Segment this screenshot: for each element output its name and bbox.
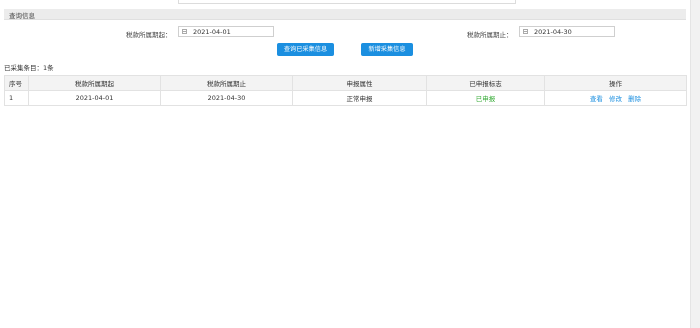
section-header: 查询信息: [4, 9, 686, 20]
collection-table: 序号 税款所属期起 税款所属期止 申报属性 已申报标志 操作 1 2021-04…: [4, 75, 687, 106]
cell-actions: 查看 修改 删除: [544, 90, 687, 106]
col-header-index: 序号: [4, 75, 29, 91]
col-header-status: 已申报标志: [426, 75, 545, 91]
end-period-input[interactable]: 2021-04-30: [519, 26, 615, 37]
start-period-value: 2021-04-01: [193, 28, 231, 36]
vertical-scrollbar[interactable]: [690, 0, 700, 328]
col-header-attribute: 申报属性: [292, 75, 427, 91]
collected-count: 已采集条目：1条: [4, 64, 54, 72]
cell-start: 2021-04-01: [28, 90, 161, 106]
table-header-row: 序号 税款所属期起 税款所属期止 申报属性 已申报标志 操作: [4, 75, 687, 91]
end-period-value: 2021-04-30: [534, 28, 572, 36]
query-collected-button[interactable]: 查询已采集信息: [277, 43, 334, 56]
start-period-label: 税款所属期起：: [126, 31, 172, 39]
cell-index: 1: [4, 90, 29, 106]
view-link[interactable]: 查看: [590, 95, 603, 103]
cell-status: 已申报: [426, 90, 545, 106]
end-period-label: 税款所属期止：: [467, 31, 513, 39]
table-row: 1 2021-04-01 2021-04-30 正常申报 已申报 查看 修改 删…: [4, 90, 687, 106]
top-frame-strip: [178, 0, 516, 4]
col-header-end: 税款所属期止: [160, 75, 293, 91]
col-header-actions: 操作: [544, 75, 687, 91]
cell-attribute: 正常申报: [292, 90, 427, 106]
calendar-icon: [523, 29, 528, 34]
calendar-icon: [182, 29, 187, 34]
cell-end: 2021-04-30: [160, 90, 293, 106]
section-title: 查询信息: [9, 12, 35, 20]
start-period-input[interactable]: 2021-04-01: [178, 26, 274, 37]
edit-link[interactable]: 修改: [609, 95, 622, 103]
add-collection-button[interactable]: 新增采集信息: [361, 43, 413, 56]
col-header-start: 税款所属期起: [28, 75, 161, 91]
delete-link[interactable]: 删除: [628, 95, 641, 103]
